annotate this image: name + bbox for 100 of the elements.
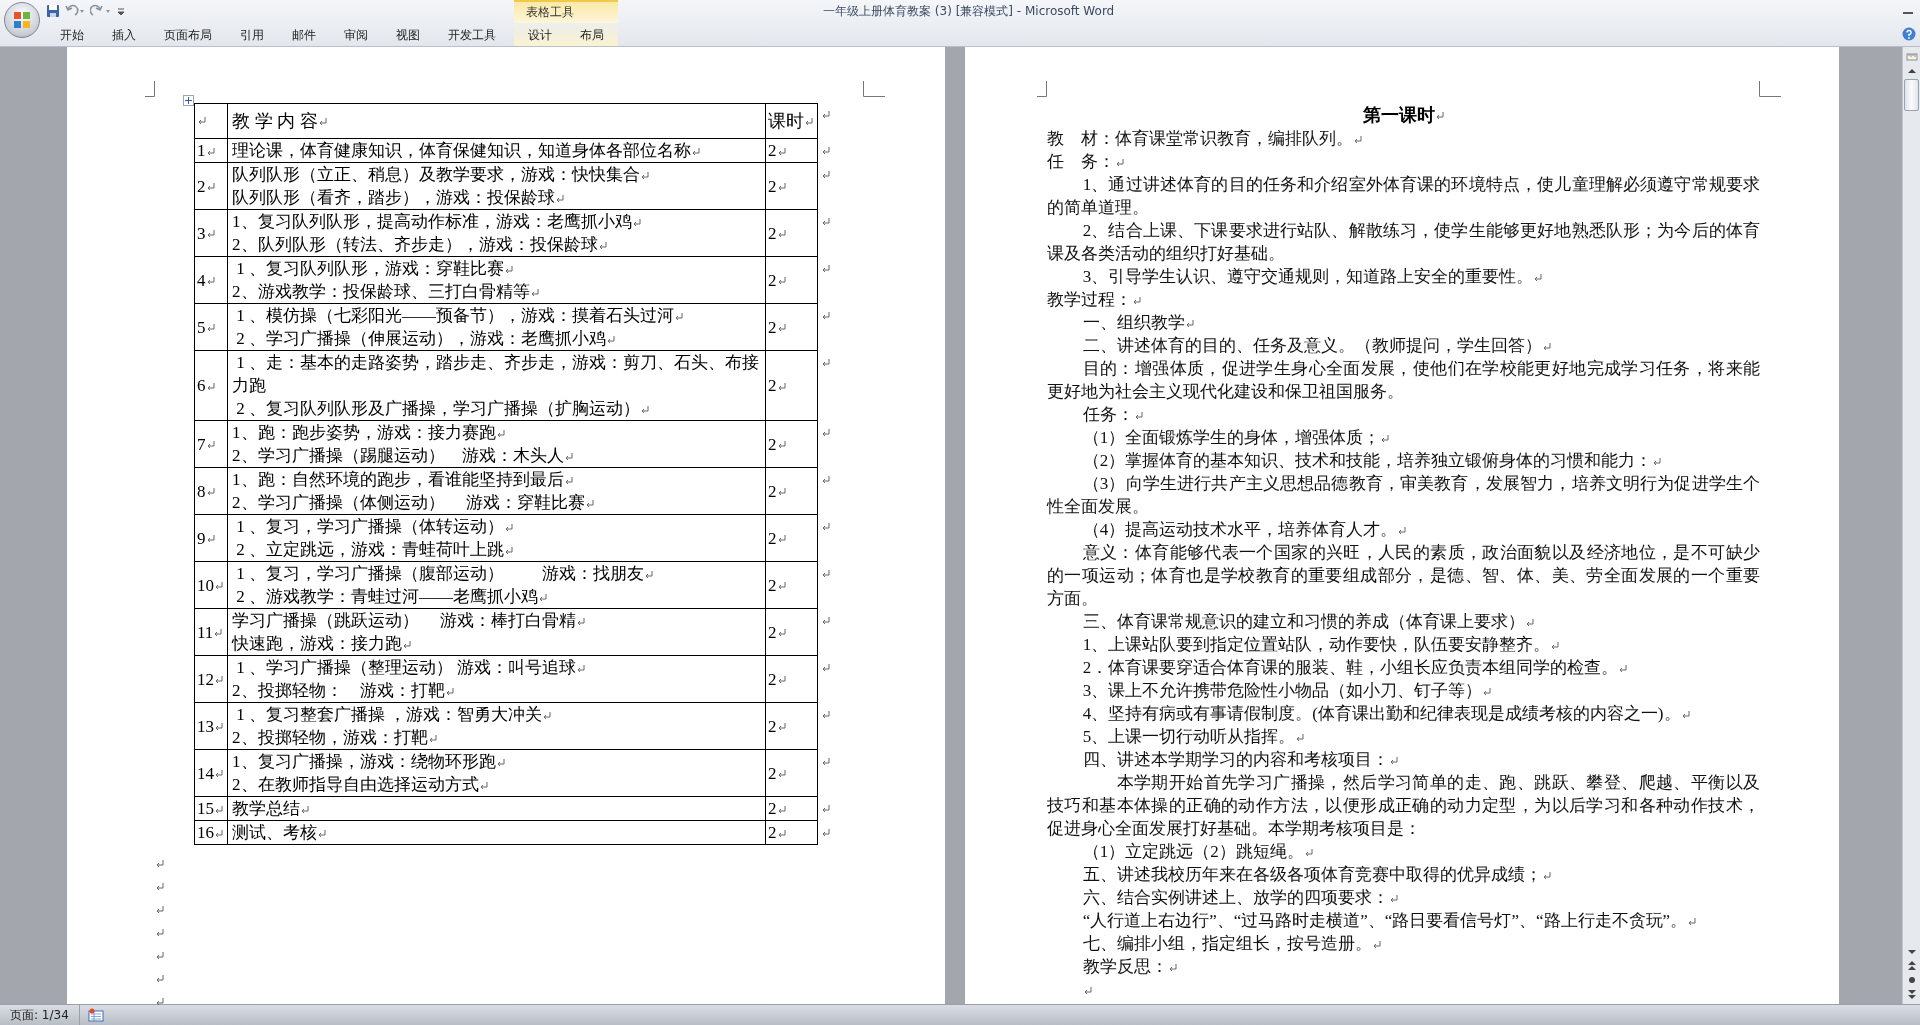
lesson-number: 10 xyxy=(197,575,214,595)
paragraph-mark-icon xyxy=(641,405,649,415)
ruler-toggle-icon[interactable] xyxy=(1905,51,1918,63)
paragraph-mark-icon xyxy=(777,770,786,780)
body-paragraph: 1、通过讲述体育的目的任务和介绍室外体育课的环境特点，使儿童理解必须遵守常规要求的简单道理。 xyxy=(1047,175,1760,217)
paragraph-mark-icon xyxy=(822,312,830,321)
page-count[interactable]: 页面: 1/34 xyxy=(0,1005,80,1025)
paragraph-mark-icon xyxy=(1688,917,1697,927)
paragraph-mark-icon xyxy=(777,324,786,334)
lesson-content: 1 、复习整套广播操 ，游戏：智勇大冲关 xyxy=(235,705,543,724)
paragraph-mark-icon xyxy=(1534,273,1543,283)
paragraph-mark-icon xyxy=(822,523,830,532)
previous-page-icon[interactable] xyxy=(1906,960,1917,972)
lesson-number: 14 xyxy=(197,763,214,783)
paragraph-mark-icon xyxy=(1133,296,1141,306)
ribbon-tab[interactable]: 开始 xyxy=(46,24,98,46)
window-title: 一年级上册体育教案 (3) [兼容模式] - Microsoft Word xyxy=(823,2,1115,20)
paragraph-mark-icon xyxy=(822,829,830,838)
paragraph-mark-icon xyxy=(822,664,830,673)
paragraph-mark-icon xyxy=(777,382,786,392)
lesson-content: 1 、走：基本的走路姿势，踏步走、齐步走，游戏：剪刀、石头、布接力跑 xyxy=(232,353,759,395)
ribbon-tab[interactable]: 开发工具 xyxy=(434,24,510,46)
macro-record-icon[interactable] xyxy=(87,1008,104,1022)
lesson-number: 13 xyxy=(197,716,214,736)
lesson-content: 1 、复习队列队形，游戏：穿鞋比赛 xyxy=(235,259,504,278)
vertical-scrollbar[interactable] xyxy=(1902,47,1920,1004)
contextual-tab-group: 表格工具 xyxy=(514,0,618,24)
lesson-content: 2 、学习广播操（伸展运动），游戏：老鹰抓小鸡 xyxy=(235,329,606,348)
scroll-up-icon[interactable] xyxy=(1906,66,1917,76)
paragraph-mark-icon xyxy=(301,805,309,815)
paragraph-mark-icon xyxy=(577,617,586,627)
paragraph-mark-icon xyxy=(1542,871,1551,881)
help-icon[interactable] xyxy=(1902,27,1916,41)
lesson-content: 2 、游戏教学：青蛙过河——老鹰抓小鸡 xyxy=(235,587,538,606)
lesson-content: 2 、立定跳远，游戏：青蛙荷叶上跳 xyxy=(235,540,504,559)
lesson-hours: 2 xyxy=(768,799,777,818)
crop-mark-icon xyxy=(863,81,885,97)
lesson-content: 1 、模仿操（七彩阳光——预备节），游戏：摸着石头过河 xyxy=(235,306,674,325)
lesson-hours: 2 xyxy=(768,669,777,689)
browse-object-icon[interactable] xyxy=(1906,975,1917,985)
ribbon-tab[interactable]: 引用 xyxy=(226,24,278,46)
lesson-content: 1、跑：自然环境的跑步，看谁能坚持到最后 xyxy=(232,470,564,489)
paragraph-mark-icon xyxy=(777,805,786,815)
crop-mark-icon xyxy=(1037,81,1047,97)
paragraph-mark-icon xyxy=(777,723,786,733)
body-paragraph: （4）提高运动技术水平，培养体育人才。 xyxy=(1082,520,1398,539)
ribbon-tab[interactable]: 邮件 xyxy=(278,24,330,46)
paragraph-mark-icon xyxy=(156,860,164,869)
lesson-content: 1 、复习，学习广播操（体转运动） xyxy=(235,517,504,536)
paragraph-mark-icon xyxy=(530,288,539,298)
ribbon-tab[interactable]: 审阅 xyxy=(330,24,382,46)
next-page-icon[interactable] xyxy=(1906,988,1917,1000)
save-icon[interactable] xyxy=(46,4,60,18)
body-paragraph: 5、上课一切行动听从指挥。 xyxy=(1082,727,1296,746)
ribbon-tab[interactable]: 插入 xyxy=(98,24,150,46)
lesson-hours: 2 xyxy=(768,528,777,548)
lesson-hours: 2 xyxy=(768,716,777,736)
lesson-content: 1 、学习广播操（整理运动） 游戏：叫号追球 xyxy=(235,658,577,677)
paragraph-mark-icon xyxy=(156,929,164,938)
undo-icon[interactable] xyxy=(64,4,86,18)
body-paragraph: 2、结合上课、下课要求进行站队、解散练习，使学生能够更好地熟悉队形；为今后的体育课及各类活动的组织打好基础。 xyxy=(1047,221,1760,263)
paragraph-mark-icon xyxy=(206,535,215,545)
body-paragraph: （3）向学生进行共产主义思想品德教育，审美教育，发展智力，培养文明行为促进学生个性全面发展。 xyxy=(1047,474,1760,516)
body-paragraph: 2．体育课要穿适合体育课的服装、鞋，小组长应负责本组同学的检查。 xyxy=(1082,658,1619,677)
ribbon-tab[interactable]: 布局 xyxy=(566,24,618,46)
lesson-content: 理论课，体育健康知识，体育保健知识，知道身体各部位名称 xyxy=(232,141,691,160)
paragraph-mark-icon xyxy=(1134,411,1143,421)
paragraph-mark-icon xyxy=(505,265,513,275)
lesson-hours: 2 xyxy=(768,176,777,196)
body-paragraph: 意义：体育能够代表一个国家的兴旺，人民的素质，政治面貌以及经济地位，是不可缺少的一项运动；体育也是学校教育的重要组成部分，是德、智、体、美、劳全面发展的一个重要方面。 xyxy=(1047,543,1760,608)
scrollbar-thumb[interactable] xyxy=(1904,79,1919,111)
lesson-content: 队列队形（看齐，踏步），游戏：投保龄球 xyxy=(232,188,555,207)
scroll-down-icon[interactable] xyxy=(1906,947,1917,957)
paragraph-mark-icon xyxy=(1185,319,1194,329)
office-logo-icon xyxy=(12,10,32,30)
lesson-hours: 2 xyxy=(768,823,777,842)
lesson-hours: 2 xyxy=(768,622,777,642)
paragraph-mark-icon xyxy=(215,829,223,839)
body-paragraph: 本学期开始首先学习广播操，然后学习简单的走、跑、跳跃、攀登、爬越、平衡以及技巧和基本体操的正确的动作方法，以便形成正确的动力定型，为以后学习和各种动作技术，促进身心全面发展打好基础。本学期考核项目是： xyxy=(1047,773,1760,838)
lesson-content: 教学总结 xyxy=(232,799,300,818)
lesson-hours: 2 xyxy=(768,141,777,160)
paragraph-mark-icon xyxy=(692,147,700,157)
lesson-hours: 2 xyxy=(768,763,777,783)
lesson-hours: 2 xyxy=(768,481,777,501)
paragraph-mark-icon xyxy=(822,171,830,180)
table-move-handle-icon[interactable] xyxy=(183,95,194,106)
paragraph-mark-icon xyxy=(445,687,454,697)
paragraph-mark-icon xyxy=(632,218,641,228)
ribbon-tab[interactable]: 视图 xyxy=(382,24,434,46)
body-paragraph: 一、组织教学 xyxy=(1082,313,1185,332)
lesson-hours: 2 xyxy=(768,270,777,290)
ribbon-tab[interactable]: 页面布局 xyxy=(150,24,226,46)
paragraph-mark-icon xyxy=(156,952,164,961)
ribbon-tab[interactable]: 设计 xyxy=(514,24,566,46)
paragraph-mark-icon xyxy=(206,277,215,287)
paragraph-mark-icon xyxy=(206,183,215,193)
paragraph-mark-icon xyxy=(543,711,552,721)
office-button[interactable] xyxy=(4,2,40,38)
paragraph-mark-icon xyxy=(505,523,513,533)
crop-mark-icon xyxy=(145,81,155,97)
